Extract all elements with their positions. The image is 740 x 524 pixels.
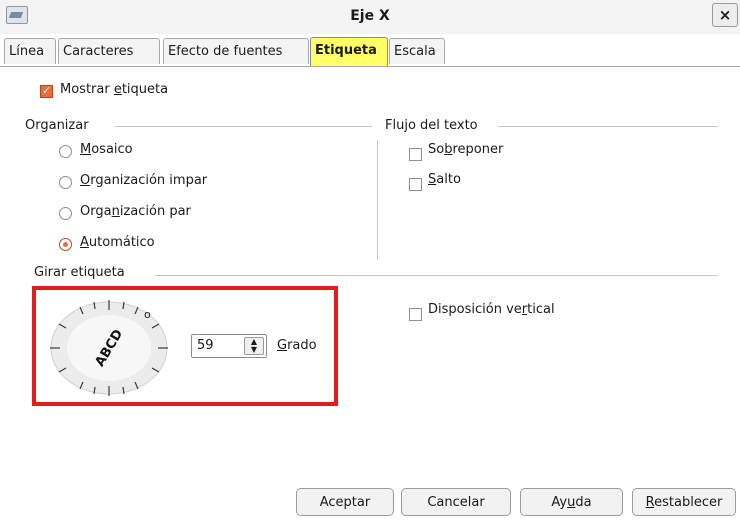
reset-button[interactable]: Restablecer — [632, 488, 736, 516]
overlap-checkbox[interactable] — [409, 148, 422, 161]
show-label-label: Mostrar etiqueta — [60, 82, 169, 97]
tab-efecto-de-fuentes[interactable]: Efecto de fuentes — [163, 38, 309, 64]
option-organizacion-impar-label: Organización impar — [80, 173, 208, 188]
organize-heading: Organizar — [25, 118, 89, 133]
option-mosaico-label: Mosaico — [80, 142, 133, 157]
radio-organizacion-impar[interactable] — [59, 176, 72, 189]
tab-etiqueta[interactable]: Etiqueta — [310, 37, 388, 66]
tab-escala[interactable]: Escala — [389, 38, 445, 64]
break-label: Salto — [428, 172, 461, 187]
cancel-button[interactable]: Cancelar — [401, 488, 511, 516]
close-button[interactable]: × — [712, 3, 738, 27]
radio-organizacion-par[interactable] — [59, 207, 72, 220]
radio-automatico[interactable] — [59, 238, 72, 251]
tab-bar-baseline — [0, 66, 740, 67]
break-checkbox[interactable] — [409, 178, 422, 191]
highlight-box — [32, 286, 338, 406]
tab-linea[interactable]: Línea — [4, 38, 56, 64]
text-flow-heading: Flujo del texto — [385, 118, 478, 133]
help-button[interactable]: Ayuda — [520, 488, 623, 516]
organize-separator — [115, 126, 372, 127]
window-title: Eje X — [350, 8, 390, 24]
rotate-heading: Girar etiqueta — [34, 265, 125, 280]
text-flow-separator — [498, 126, 718, 127]
radio-mosaico[interactable] — [59, 145, 72, 158]
show-label-checkbox[interactable] — [40, 84, 53, 98]
section-divider — [377, 140, 378, 260]
option-automatico-label: Automático — [80, 235, 155, 250]
overlap-label: Sobreponer — [428, 142, 504, 157]
vertical-layout-label: Disposición vertical — [428, 302, 555, 317]
tab-caracteres[interactable]: Caracteres — [58, 38, 160, 64]
ok-button[interactable]: Aceptar — [296, 488, 394, 516]
option-organizacion-par-label: Organización par — [80, 204, 191, 219]
rotate-separator — [155, 275, 718, 276]
vertical-layout-checkbox[interactable] — [409, 308, 422, 321]
